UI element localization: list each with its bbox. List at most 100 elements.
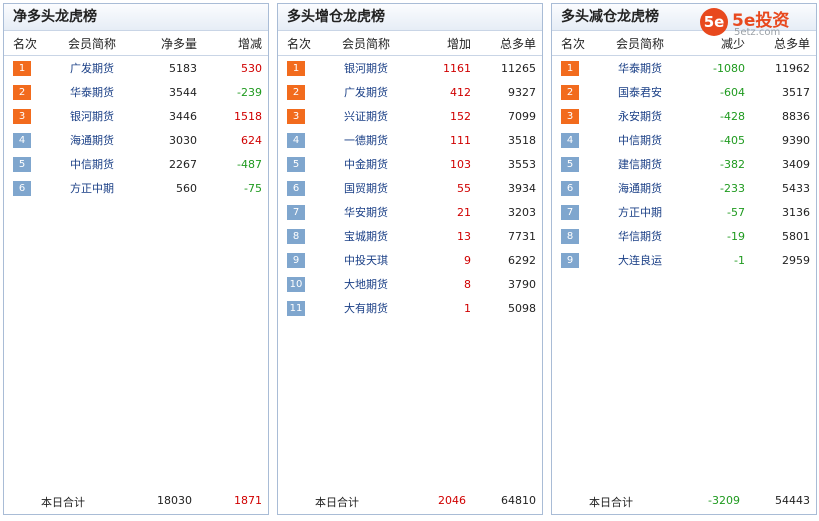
- table-row: 8 华信期货 -19 5801: [552, 224, 816, 248]
- member-name-link[interactable]: 华安期货: [324, 200, 408, 224]
- rank-cell: 7: [278, 200, 324, 224]
- rank-cell: 5: [278, 152, 324, 176]
- rank-badge: 4: [561, 132, 579, 148]
- rank-cell: 4: [278, 128, 324, 152]
- value-cell-2: 7731: [508, 229, 536, 243]
- panel-footer: 本日合计 -3209 54443: [552, 494, 816, 510]
- member-name-link[interactable]: 银河期货: [50, 104, 134, 128]
- 5e-logo[interactable]: 5e 5e投资 5etz.com: [700, 6, 812, 40]
- member-name-link[interactable]: 中金期货: [324, 152, 408, 176]
- value-cell-2: 1518: [234, 109, 262, 123]
- rank-cell: 10: [278, 272, 324, 296]
- value-cell: 55: [457, 181, 471, 195]
- rank-cell: 6: [4, 176, 50, 200]
- logo-url: 5etz.com: [734, 27, 781, 38]
- value-cell: -604: [720, 85, 745, 99]
- col-change-header: 增减: [198, 31, 268, 56]
- table-row: 8 宝城期货 13 7731: [278, 224, 542, 248]
- rank-cell: 2: [278, 80, 324, 104]
- footer-label: 本日合计: [315, 496, 359, 509]
- rank-badge: 5: [561, 156, 579, 172]
- table-row: 7 方正中期 -57 3136: [552, 200, 816, 224]
- col-value-header: 增加: [408, 31, 472, 56]
- member-name-link[interactable]: 建信期货: [598, 152, 682, 176]
- table-row: 1 广发期货 5183 530: [4, 56, 268, 81]
- member-name-link[interactable]: 银河期货: [324, 56, 408, 81]
- rank-cell: 8: [278, 224, 324, 248]
- member-name-link[interactable]: 广发期货: [324, 80, 408, 104]
- value-cell: 1161: [443, 61, 471, 75]
- rank-badge: 10: [287, 276, 305, 292]
- rank-badge: 9: [287, 252, 305, 268]
- member-name-link[interactable]: 大有期货: [324, 296, 408, 320]
- rank-badge: 3: [287, 108, 305, 124]
- rank-badge: 6: [13, 180, 31, 196]
- footer-total-value: 2046: [438, 494, 466, 507]
- value-cell-2: 5098: [508, 301, 536, 315]
- col-member-header: 会员简称: [50, 31, 134, 56]
- value-cell-2: 3553: [508, 157, 536, 171]
- rank-cell: 5: [552, 152, 598, 176]
- net-long-rows: 1 广发期货 5183 530 2 华泰期货 3544 -239 3 银河期货 3446 1518 4 海…: [4, 56, 268, 201]
- rank-badge: 4: [287, 132, 305, 148]
- net-long-table: 名次 会员简称 净多量 增减 1 广发期货 5183 530 2 华泰期货 3544 -239…: [4, 31, 268, 200]
- member-name-link[interactable]: 永安期货: [598, 104, 682, 128]
- member-name-link[interactable]: 中投天琪: [324, 248, 408, 272]
- col-value-header: 净多量: [134, 31, 198, 56]
- col-rank-header: 名次: [4, 31, 50, 56]
- member-name-link[interactable]: 宝城期货: [324, 224, 408, 248]
- value-cell: 103: [450, 157, 471, 171]
- member-name-link[interactable]: 大地期货: [324, 272, 408, 296]
- member-name-link[interactable]: 华泰期货: [598, 56, 682, 81]
- footer-total-value: -3209: [708, 494, 740, 507]
- rank-badge: 2: [287, 84, 305, 100]
- value-cell-2: 7099: [508, 109, 536, 123]
- rank-badge: 4: [13, 132, 31, 148]
- panel-footer: 本日合计 18030 1871: [4, 494, 268, 510]
- table-row: 11 大有期货 1 5098: [278, 296, 542, 320]
- panel-title: 多头增仓龙虎榜: [278, 4, 542, 31]
- value-cell-2: 2959: [782, 253, 810, 267]
- col-member-header: 会员简称: [324, 31, 408, 56]
- rank-badge: 1: [561, 60, 579, 76]
- rank-cell: 1: [278, 56, 324, 81]
- member-name-link[interactable]: 中信期货: [598, 128, 682, 152]
- rank-badge: 11: [287, 300, 305, 316]
- member-name-link[interactable]: 国泰君安: [598, 80, 682, 104]
- member-name-link[interactable]: 方正中期: [50, 176, 134, 200]
- rank-cell: 5: [4, 152, 50, 176]
- value-cell-2: -75: [244, 181, 262, 195]
- footer-total-change: 1871: [234, 494, 262, 507]
- value-cell-2: 8836: [782, 109, 810, 123]
- member-name-link[interactable]: 兴证期货: [324, 104, 408, 128]
- value-cell: -382: [720, 157, 745, 171]
- member-name-link[interactable]: 海通期货: [598, 176, 682, 200]
- member-name-link[interactable]: 华泰期货: [50, 80, 134, 104]
- member-name-link[interactable]: 方正中期: [598, 200, 682, 224]
- value-cell-2: 530: [241, 61, 262, 75]
- footer-label: 本日合计: [41, 496, 85, 509]
- member-name-link[interactable]: 海通期货: [50, 128, 134, 152]
- member-name-link[interactable]: 中信期货: [50, 152, 134, 176]
- value-cell-2: 6292: [508, 253, 536, 267]
- long-decrease-panel: 多头减仓龙虎榜 5e 5e投资 5etz.com 名次 会员简称 减少 总多单 …: [551, 3, 817, 515]
- rank-badge: 8: [287, 228, 305, 244]
- col-rank-header: 名次: [278, 31, 324, 56]
- table-row: 1 华泰期货 -1080 11962: [552, 56, 816, 81]
- member-name-link[interactable]: 广发期货: [50, 56, 134, 81]
- value-cell-2: -239: [237, 85, 262, 99]
- rank-cell: 4: [552, 128, 598, 152]
- table-row: 3 银河期货 3446 1518: [4, 104, 268, 128]
- member-name-link[interactable]: 大连良运: [598, 248, 682, 272]
- table-row: 6 方正中期 560 -75: [4, 176, 268, 200]
- long-decrease-rows: 1 华泰期货 -1080 11962 2 国泰君安 -604 3517 3 永安期货 -428 883…: [552, 56, 816, 273]
- member-name-link[interactable]: 华信期货: [598, 224, 682, 248]
- member-name-link[interactable]: 国贸期货: [324, 176, 408, 200]
- member-name-link[interactable]: 一德期货: [324, 128, 408, 152]
- value-cell-2: 624: [241, 133, 262, 147]
- table-row: 5 中信期货 2267 -487: [4, 152, 268, 176]
- value-cell-2: 11962: [775, 61, 810, 75]
- footer-total-change: 54443: [775, 494, 810, 507]
- table-row: 9 中投天琪 9 6292: [278, 248, 542, 272]
- value-cell: -1: [734, 253, 745, 267]
